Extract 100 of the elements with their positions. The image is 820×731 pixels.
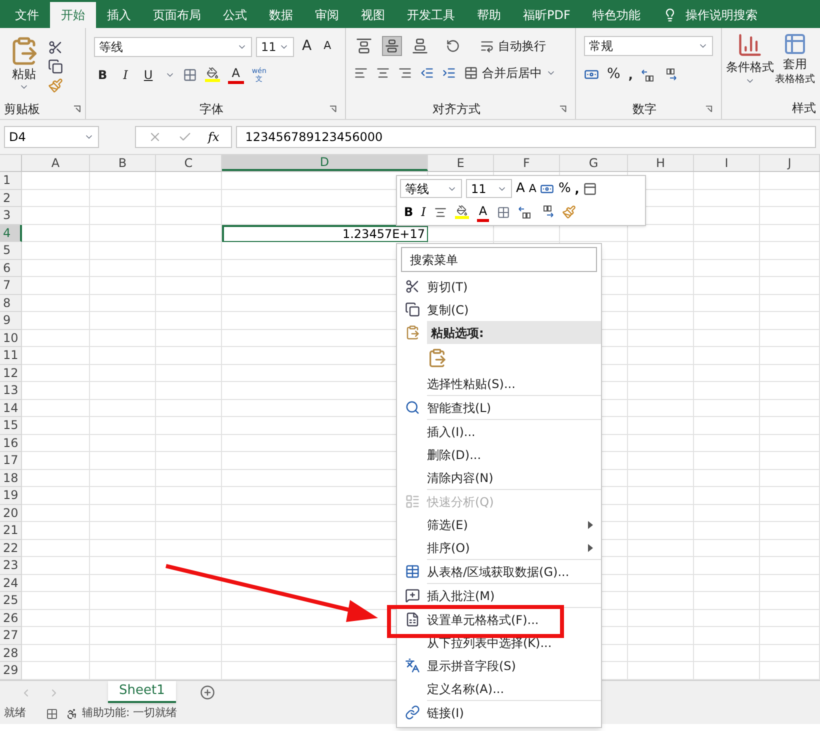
cell[interactable] <box>156 522 222 540</box>
menu-item[interactable]: 插入(I)... <box>397 420 601 443</box>
paintbrush-icon[interactable] <box>562 205 576 219</box>
table-rows-icon[interactable] <box>583 182 598 196</box>
cell[interactable] <box>22 364 90 382</box>
formula-field[interactable]: 123456789123456000 <box>236 126 816 148</box>
cell[interactable] <box>694 452 760 470</box>
cell[interactable] <box>22 574 90 592</box>
cell[interactable] <box>22 260 90 277</box>
menu-item[interactable]: 清除内容(N) <box>397 466 601 489</box>
font-name-field[interactable]: 等线 <box>400 179 462 198</box>
ribbon-tab[interactable]: 页面布局 <box>142 2 212 28</box>
cell[interactable] <box>760 452 820 470</box>
row-header[interactable]: 29 <box>0 662 22 680</box>
macro-icon[interactable] <box>46 708 58 720</box>
cell[interactable] <box>628 487 694 504</box>
cell[interactable] <box>156 487 222 504</box>
cell[interactable] <box>90 417 156 434</box>
cell[interactable] <box>90 294 156 312</box>
scissors-icon[interactable] <box>48 40 63 55</box>
shrink-font-button[interactable]: A <box>320 38 336 55</box>
increase-decimal-icon[interactable] <box>518 205 532 219</box>
number-format-field[interactable]: 常规 <box>584 36 713 56</box>
cell[interactable] <box>90 574 156 592</box>
cell[interactable] <box>694 627 760 644</box>
row-header[interactable]: 23 <box>0 557 22 574</box>
cell[interactable] <box>156 627 222 644</box>
underline-button[interactable]: U <box>140 66 157 84</box>
ribbon-tab[interactable]: 视图 <box>350 2 396 28</box>
menu-item[interactable]: 筛选(E) <box>397 513 601 536</box>
cell[interactable] <box>760 207 820 224</box>
cell[interactable] <box>694 434 760 452</box>
cell[interactable] <box>694 417 760 434</box>
cell[interactable] <box>628 452 694 470</box>
font-name-field[interactable]: 等线 <box>94 36 252 56</box>
italic-button[interactable]: I <box>119 66 132 84</box>
cell[interactable] <box>22 504 90 522</box>
column-header[interactable]: G <box>560 155 628 171</box>
row-header[interactable]: 12 <box>0 364 22 382</box>
cell[interactable] <box>760 644 820 662</box>
cell[interactable] <box>156 277 222 294</box>
cell[interactable] <box>22 382 90 400</box>
fill-color-icon[interactable] <box>454 205 469 219</box>
cell[interactable] <box>156 294 222 312</box>
align-left-icon[interactable] <box>354 66 368 80</box>
cell[interactable] <box>22 557 90 574</box>
row-header[interactable]: 19 <box>0 487 22 504</box>
column-header[interactable]: H <box>628 155 694 171</box>
row-header[interactable]: 2 <box>0 190 22 207</box>
cell[interactable] <box>90 522 156 540</box>
row-header[interactable]: 20 <box>0 504 22 522</box>
cell[interactable] <box>22 172 90 190</box>
dialog-launcher-icon[interactable] <box>559 105 567 113</box>
cell[interactable] <box>90 382 156 400</box>
increase-indent-icon[interactable] <box>442 66 456 80</box>
cell[interactable] <box>22 592 90 610</box>
cell[interactable] <box>760 400 820 417</box>
ribbon-tab[interactable]: 开始 <box>50 2 96 28</box>
align-center-icon[interactable] <box>376 66 390 80</box>
cell[interactable] <box>156 347 222 364</box>
cell[interactable] <box>694 312 760 330</box>
cell[interactable] <box>628 610 694 627</box>
cell[interactable] <box>628 260 694 277</box>
cell[interactable] <box>628 277 694 294</box>
cell[interactable] <box>694 487 760 504</box>
cell[interactable] <box>22 207 90 224</box>
cell[interactable] <box>22 242 90 260</box>
cell[interactable] <box>694 557 760 574</box>
cell[interactable] <box>156 260 222 277</box>
tell-me-search[interactable]: 操作说明搜索 <box>651 2 770 28</box>
cell[interactable] <box>156 224 222 242</box>
cell[interactable] <box>22 434 90 452</box>
italic-button[interactable]: I <box>421 203 426 221</box>
cell[interactable] <box>90 277 156 294</box>
borders-icon[interactable] <box>182 68 197 82</box>
cell[interactable] <box>760 190 820 207</box>
ribbon-tab[interactable]: 数据 <box>258 2 304 28</box>
cell[interactable] <box>694 294 760 312</box>
paste-button[interactable]: 粘贴 <box>4 36 44 99</box>
copy-icon[interactable] <box>48 59 63 74</box>
decrease-indent-icon[interactable] <box>420 66 434 80</box>
cell[interactable] <box>628 382 694 400</box>
cell[interactable] <box>760 417 820 434</box>
row-header[interactable]: 15 <box>0 417 22 434</box>
cell[interactable] <box>628 644 694 662</box>
cell[interactable] <box>760 540 820 557</box>
cell[interactable] <box>156 644 222 662</box>
cell[interactable] <box>760 242 820 260</box>
cell[interactable] <box>90 644 156 662</box>
menu-item[interactable]: 从表格/区域获取数据(G)... <box>397 560 601 583</box>
merge-center-button[interactable]: 合并后居中 <box>464 64 556 82</box>
cell[interactable] <box>760 224 820 242</box>
vertical-align-icon[interactable] <box>382 36 402 56</box>
cell[interactable] <box>694 504 760 522</box>
cell[interactable] <box>22 522 90 540</box>
cell[interactable] <box>628 417 694 434</box>
row-header[interactable]: 14 <box>0 400 22 417</box>
cell[interactable] <box>90 610 156 627</box>
cell[interactable] <box>760 487 820 504</box>
conditional-format-button[interactable]: 条件格式 <box>726 32 774 88</box>
